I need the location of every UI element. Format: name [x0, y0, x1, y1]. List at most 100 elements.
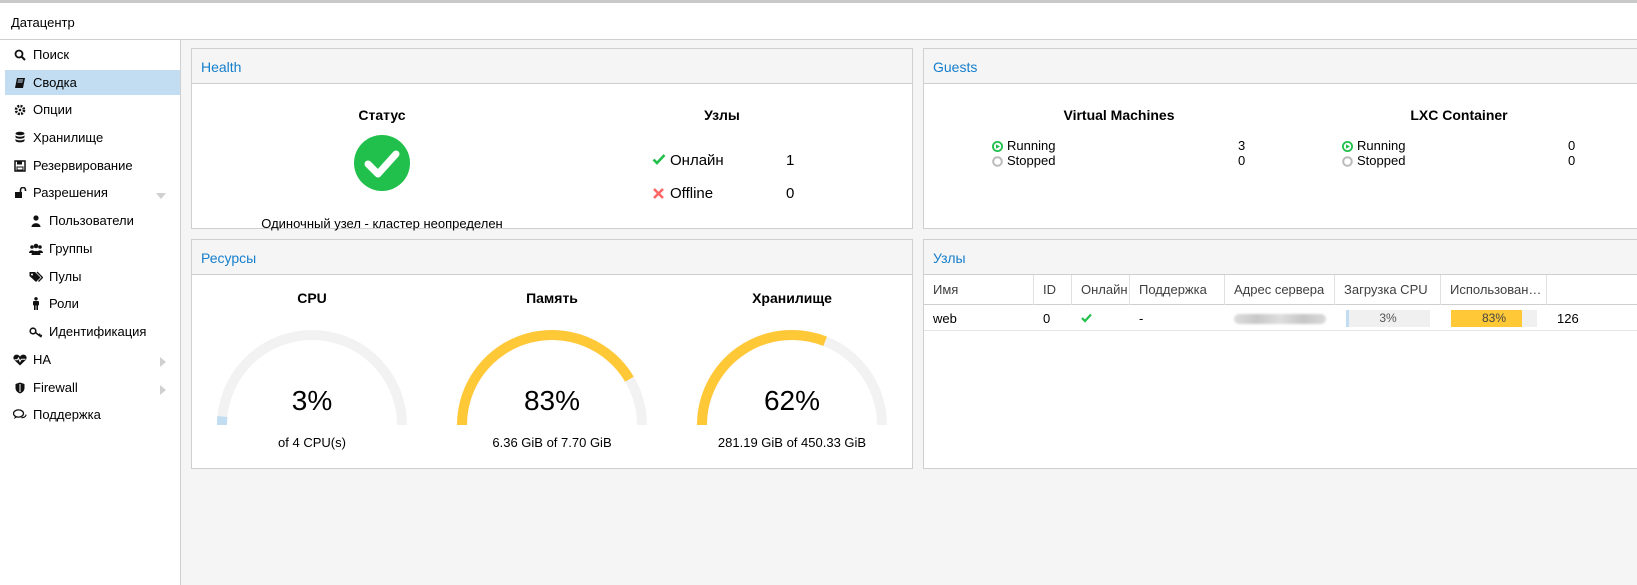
nodes-title: Узлы [704, 107, 740, 123]
cpu-gauge-value: 3% [291, 385, 333, 416]
running-icon [1342, 140, 1353, 155]
health-panel-header: Health [192, 49, 912, 84]
vm-title: Virtual Machines [1063, 107, 1175, 123]
nodes-grid-header: Имя ID Онлайн Поддержка Адрес сервера За… [924, 275, 1637, 305]
user-icon [29, 214, 43, 228]
tags-icon [29, 270, 43, 284]
page-title: Датацентр [11, 15, 75, 30]
sidebar-item-backup[interactable]: Резервирование [5, 153, 180, 178]
status-ok-icon [354, 135, 410, 194]
running-icon [992, 140, 1003, 155]
cpu-usage-text: 3% [1379, 311, 1397, 325]
book-icon [13, 76, 27, 90]
status-title: Статус [358, 107, 406, 123]
lxc-running-label: Running [1357, 138, 1406, 153]
unlock-icon [13, 186, 27, 200]
sidebar: Поиск Сводка Опции Хранилище Резервирова… [5, 40, 181, 585]
sidebar-item-roles[interactable]: Роли [5, 291, 180, 316]
memory-gauge-sub: 6.36 GiB of 7.70 GiB [492, 435, 612, 450]
cpu-gauge-sub: of 4 CPU(s) [278, 435, 346, 450]
column-header-memory[interactable]: Использование памяти [1441, 275, 1547, 305]
node-id-cell: 0 [1043, 311, 1051, 326]
resources-panel-header: Ресурсы [192, 240, 912, 275]
cluster-status-text: Одиночный узел - кластер неопределен [261, 216, 503, 231]
guests-panel-header: Guests [924, 49, 1637, 84]
health-panel-title: Health [201, 59, 242, 75]
sidebar-item-search[interactable]: Поиск [5, 42, 180, 67]
lxc-stopped-count: 0 [1568, 153, 1576, 168]
online-check-icon [652, 153, 666, 168]
vm-stopped-label: Stopped [1007, 153, 1056, 168]
sidebar-item-support[interactable]: Поддержка [5, 402, 180, 427]
table-row[interactable]: web 0 - 3% 83% 126 [924, 306, 1637, 331]
check-icon [1081, 311, 1092, 326]
node-extra-cell: 126 [1557, 311, 1579, 326]
breadcrumb-bar: Датацентр [0, 0, 1637, 40]
offline-x-icon [653, 187, 664, 202]
health-panel: Health Статус Одиночный узел - кластер н… [191, 48, 913, 231]
vm-running-label: Running [1007, 138, 1056, 153]
nodes-panel: Узлы Имя ID Онлайн Поддержка Адрес серве… [923, 239, 1637, 469]
sidebar-item-storage[interactable]: Хранилище [5, 125, 180, 150]
key-icon [29, 325, 43, 339]
column-header-name[interactable]: Имя [924, 275, 1034, 305]
memory-gauge-value: 83% [523, 385, 581, 416]
heartbeat-icon [13, 353, 27, 367]
chevron-right-icon[interactable] [160, 383, 166, 398]
node-name-cell: web [933, 311, 957, 326]
column-header-support[interactable]: Поддержка [1130, 275, 1225, 305]
cpu-gauge-title: CPU [297, 290, 327, 306]
sidebar-item-groups[interactable]: Группы [5, 236, 180, 261]
column-header-more[interactable] [1547, 275, 1637, 305]
stopped-icon [1342, 155, 1353, 170]
column-header-cpu[interactable]: Загрузка CPU [1335, 275, 1441, 305]
search-icon [13, 48, 27, 62]
gear-icon [13, 103, 27, 117]
vm-running-count: 3 [1238, 138, 1246, 153]
sidebar-item-summary[interactable]: Сводка [5, 70, 180, 95]
offline-label: Offline [670, 185, 714, 202]
sidebar-item-users[interactable]: Пользователи [5, 208, 180, 233]
sidebar-item-firewall[interactable]: Firewall [5, 375, 180, 400]
floppy-icon [13, 159, 27, 173]
comments-icon [13, 408, 27, 422]
lxc-running-count: 0 [1568, 138, 1576, 153]
node-support-cell: - [1139, 311, 1144, 326]
online-label: Онлайн [670, 152, 724, 169]
sidebar-item-options[interactable]: Опции [5, 97, 180, 122]
database-icon [13, 131, 27, 145]
cpu-usage-bar: 3% [1346, 310, 1430, 327]
sidebar-item-pools[interactable]: Пулы [5, 264, 180, 289]
column-header-id[interactable]: ID [1034, 275, 1072, 305]
resources-panel: Ресурсы CPU 3% of 4 CPU(s) Память 83% 6.… [191, 239, 913, 469]
chevron-right-icon[interactable] [160, 355, 166, 370]
lxc-stopped-label: Stopped [1357, 153, 1406, 168]
cpu-usage-fill [1346, 310, 1349, 327]
nodes-panel-header: Узлы [924, 240, 1637, 275]
online-count: 1 [786, 152, 795, 169]
column-header-online[interactable]: Онлайн [1072, 275, 1130, 305]
main-content: Health Статус Одиночный узел - кластер н… [181, 40, 1637, 585]
column-header-address[interactable]: Адрес сервера [1225, 275, 1335, 305]
stopped-icon [992, 155, 1003, 170]
male-icon [29, 297, 43, 311]
storage-gauge-title: Хранилище [752, 290, 832, 306]
vm-stopped-count: 0 [1238, 153, 1246, 168]
offline-count: 0 [786, 185, 795, 202]
storage-gauge-value: 62% [763, 385, 821, 416]
node-address-cell [1225, 306, 1335, 331]
chevron-down-icon[interactable] [156, 187, 166, 202]
memory-usage-bar: 83% [1451, 310, 1537, 327]
sidebar-item-ha[interactable]: HA [5, 347, 180, 372]
memory-gauge-title: Память [526, 290, 578, 306]
resources-panel-title: Ресурсы [201, 250, 257, 266]
memory-usage-text: 83% [1481, 311, 1507, 325]
blurred-address [1234, 314, 1326, 324]
sidebar-item-permissions[interactable]: Разрешения [5, 180, 180, 205]
guests-panel-title: Guests [933, 59, 978, 75]
shield-icon [13, 381, 27, 395]
sidebar-item-authentication[interactable]: Идентификация [5, 319, 180, 344]
node-online-cell [1072, 306, 1130, 331]
guests-panel: Guests Virtual Machines LXC Container Ru… [923, 48, 1637, 229]
users-icon [29, 242, 43, 256]
